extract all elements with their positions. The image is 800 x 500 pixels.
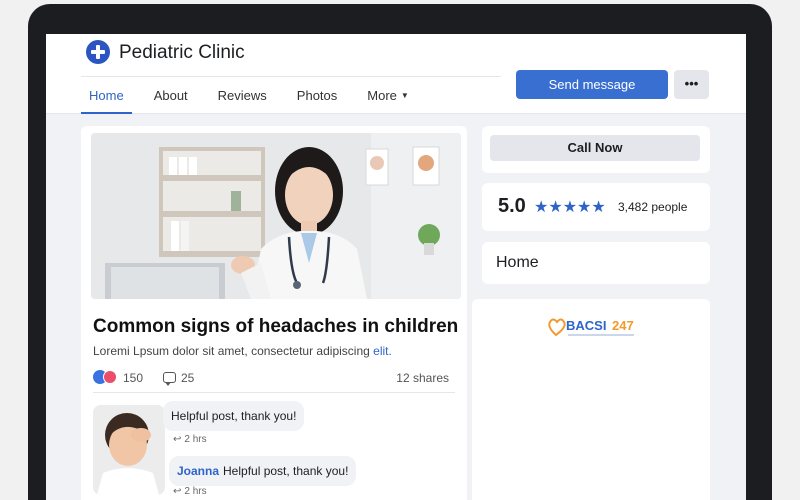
call-card: Call Now — [482, 126, 710, 173]
star-rating-icon: ★★★★★ — [534, 199, 606, 216]
tab-home[interactable]: Home — [81, 78, 132, 114]
shares-count[interactable]: 12 shares — [396, 371, 449, 385]
page-tabs: Home About Reviews Photos More ▼ — [81, 78, 431, 114]
post-stats: 150 25 12 shares — [93, 369, 455, 389]
reply-arrow-icon[interactable]: ↩ — [173, 486, 181, 497]
comments-count[interactable]: 25 — [181, 371, 194, 385]
tab-more[interactable]: More ▼ — [359, 78, 417, 114]
home-card-label: Home — [496, 254, 539, 271]
send-message-button[interactable]: Send message — [516, 70, 668, 99]
svg-text:BACSI: BACSI — [566, 318, 606, 333]
post-divider — [93, 392, 455, 393]
comment-time: 2 hrs — [184, 434, 207, 445]
bacsi247-logo-icon[interactable]: BACSI 247 — [546, 315, 646, 341]
comment-meta: ↩ 2 hrs — [173, 434, 207, 445]
post-image-doctor — [91, 133, 461, 299]
doctor-illustration — [91, 133, 461, 299]
header-divider — [81, 76, 501, 77]
comment-meta: ↩ 2 hrs — [173, 486, 207, 497]
comment-bubble: Helpful post, thank you! — [163, 401, 305, 431]
brand-card: BACSI 247 — [472, 299, 710, 500]
comment-icon[interactable] — [163, 372, 176, 386]
tab-reviews[interactable]: Reviews — [210, 78, 275, 114]
more-options-button[interactable]: ••• — [674, 70, 709, 99]
comment-time: 2 hrs — [184, 486, 207, 497]
page-header: Pediatric Clinic Home About Reviews Phot… — [46, 34, 746, 114]
comment-text: Helpful post, thank you! — [171, 409, 297, 423]
browser-screen: Pediatric Clinic Home About Reviews Phot… — [46, 34, 746, 500]
medical-cross-logo-icon — [86, 40, 110, 64]
comment-bubble: Joanna Helpful post, thank you! — [169, 456, 357, 486]
post-body-link[interactable]: elit. — [373, 344, 392, 358]
reactions-count[interactable]: 150 — [123, 371, 143, 385]
caret-down-icon: ▼ — [400, 91, 409, 100]
home-card[interactable]: Home — [482, 242, 710, 284]
rating-score: 5.0 — [498, 195, 526, 217]
post-title: Common signs of headaches in children — [93, 316, 459, 337]
call-now-button[interactable]: Call Now — [490, 135, 700, 161]
svg-text:247: 247 — [612, 318, 634, 333]
tab-more-label: More — [367, 88, 397, 103]
post-card: Common signs of headaches in children Lo… — [81, 126, 467, 500]
post-body: Loremi Lpsum dolor sit amet, consectetur… — [93, 344, 392, 358]
comment-text: Helpful post, thank you! — [223, 464, 349, 478]
comment-author[interactable]: Joanna — [177, 464, 219, 478]
tab-photos[interactable]: Photos — [289, 78, 345, 114]
rating-card: 5.0 ★★★★★ 3,482 people — [482, 183, 710, 231]
page-title: Pediatric Clinic — [119, 42, 245, 63]
rating-count[interactable]: 3,482 people — [618, 200, 687, 214]
post-body-text: Loremi Lpsum dolor sit amet, consectetur… — [93, 344, 370, 358]
child-avatar-illustration — [93, 405, 165, 495]
love-reaction-icon[interactable] — [103, 370, 117, 384]
tab-about[interactable]: About — [146, 78, 196, 114]
avatar[interactable] — [93, 405, 165, 495]
reply-arrow-icon[interactable]: ↩ — [173, 434, 181, 445]
